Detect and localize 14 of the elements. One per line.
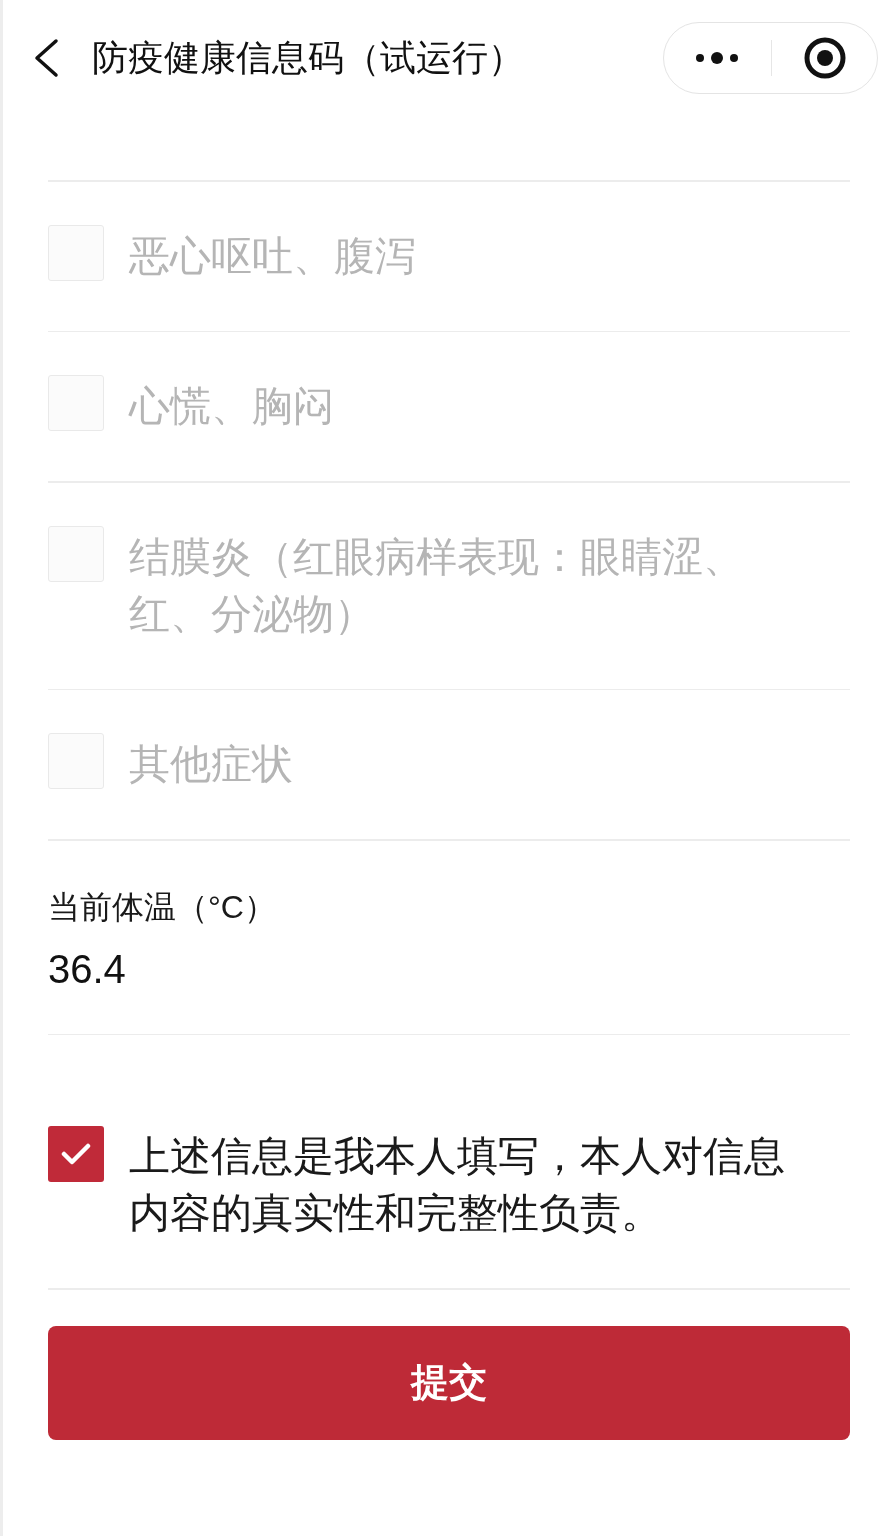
page-title: 防疫健康信息码（试运行） xyxy=(92,35,525,80)
symptom-label: 恶心呕吐、腹泻 xyxy=(129,231,416,281)
temperature-field[interactable]: 36.4 xyxy=(48,940,850,997)
chevron-left-icon[interactable] xyxy=(32,38,60,78)
dots-icon[interactable] xyxy=(695,51,739,65)
temperature-label: 当前体温（°C） xyxy=(48,887,276,927)
symptom-label: 结膜炎（红眼病样表现：眼睛涩、红、分泌物） xyxy=(129,532,745,639)
check-icon xyxy=(61,1143,91,1165)
declaration-text: 上述信息是我本人填写，本人对信息内容的真实性和完整性负责。 xyxy=(129,1132,786,1238)
symptom-label: 心慌、胸闷 xyxy=(129,382,334,431)
submit-button[interactable]: 提交 xyxy=(48,1325,850,1440)
symptom-label: 其他症状 xyxy=(129,740,293,789)
target-icon[interactable] xyxy=(804,37,846,79)
checkbox[interactable] xyxy=(48,1126,104,1182)
